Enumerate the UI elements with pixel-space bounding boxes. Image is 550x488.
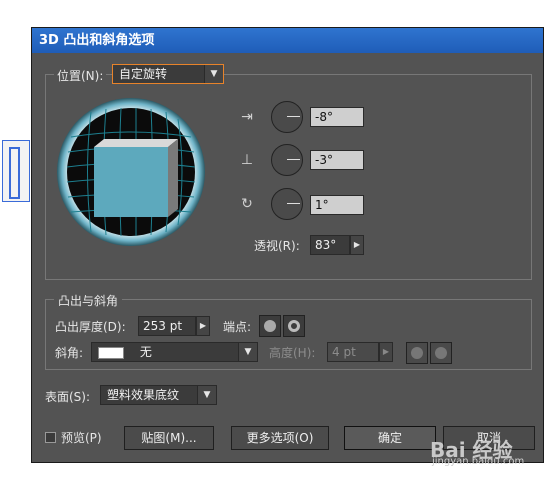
bevel-in-button[interactable]: [430, 342, 452, 364]
extrude-depth-label: 凸出厚度(D):: [55, 320, 126, 334]
bevel-out-button[interactable]: [406, 342, 428, 364]
watermark-url: jingyan.baidu.com: [432, 456, 525, 467]
selected-object: [2, 140, 30, 202]
preview-label: 预览(P): [61, 431, 102, 445]
y-rotation-field[interactable]: -3°: [310, 150, 364, 170]
x-rotation-knob[interactable]: [271, 101, 303, 133]
y-rotation-knob[interactable]: [271, 144, 303, 176]
surface-label: 表面(S):: [45, 390, 91, 404]
baidu-watermark: Bai 经验 jingyan.baidu.com: [430, 434, 524, 467]
more-options-button[interactable]: 更多选项(O): [231, 426, 329, 450]
surface-dropdown[interactable]: 塑料效果底纹 ▼: [100, 385, 217, 405]
cap-off-icon: [288, 320, 300, 332]
cap-on-button[interactable]: [259, 315, 281, 337]
position-group: 位置(N): 自定旋转 ▼ ⇥ -8° ⊥ -3° ↻ 1° 透视(R): 83…: [45, 64, 532, 280]
dialog-title: 3D 凸出和斜角选项: [32, 28, 543, 53]
x-axis-rotate-icon: ⇥: [241, 109, 253, 125]
chevron-down-icon: ▼: [197, 386, 216, 404]
z-axis-rotate-icon: ↻: [241, 196, 253, 212]
cap-off-button[interactable]: [283, 315, 305, 337]
z-rotation-knob[interactable]: [271, 188, 303, 220]
rotation-track-cube[interactable]: [56, 97, 206, 247]
ok-button[interactable]: 确定: [344, 426, 436, 450]
extrude-bevel-group: 凸出与斜角 凸出厚度(D): 253 pt ▶ 端点: 斜角: 无 ▼ 高度(H…: [45, 292, 532, 370]
extrude-depth-field[interactable]: 253 pt: [138, 316, 196, 336]
extrude-group-label: 凸出与斜角: [54, 292, 123, 309]
height-arrow-button[interactable]: ▶: [379, 342, 393, 362]
height-field[interactable]: 4 pt: [327, 342, 379, 362]
cap-on-icon: [264, 320, 276, 332]
chevron-down-icon: ▼: [238, 343, 257, 361]
bevel-in-icon: [435, 347, 447, 359]
position-value: 自定旋转: [119, 67, 168, 81]
extrude-depth-arrow-button[interactable]: ▶: [196, 316, 210, 336]
bevel-swatch: [98, 346, 124, 359]
perspective-label: 透视(R):: [254, 239, 300, 253]
position-label: 位置(N):: [54, 67, 107, 84]
x-rotation-field[interactable]: -8°: [310, 107, 364, 127]
perspective-field[interactable]: 83°: [310, 235, 350, 255]
bevel-label: 斜角:: [55, 346, 84, 360]
bevel-value: 无: [139, 345, 152, 359]
preview-checkbox[interactable]: [45, 432, 56, 443]
position-dropdown[interactable]: 自定旋转 ▼: [112, 64, 224, 84]
height-label: 高度(H):: [269, 346, 316, 360]
y-axis-rotate-icon: ⊥: [240, 152, 254, 168]
chevron-down-icon: ▼: [204, 65, 223, 83]
document-canvas: [0, 136, 31, 208]
map-button[interactable]: 贴图(M)...: [124, 426, 214, 450]
perspective-arrow-button[interactable]: ▶: [350, 235, 364, 255]
z-rotation-field[interactable]: 1°: [310, 195, 364, 215]
cap-label: 端点:: [223, 320, 252, 334]
bevel-dropdown[interactable]: 无 ▼: [91, 342, 258, 362]
extrude-bevel-dialog: 3D 凸出和斜角选项 位置(N): 自定旋转 ▼ ⇥ -8° ⊥ -3° ↻ 1…: [31, 27, 544, 463]
surface-value: 塑料效果底纹: [107, 388, 180, 402]
bevel-out-icon: [411, 347, 423, 359]
